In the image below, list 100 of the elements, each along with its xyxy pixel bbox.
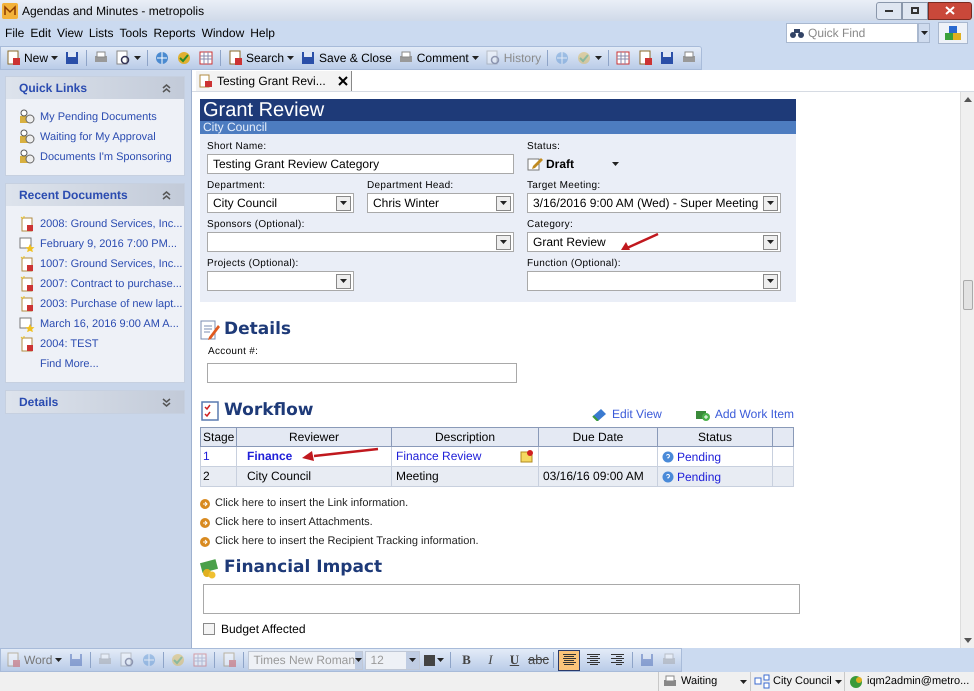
caret-icon[interactable] xyxy=(740,680,747,684)
collapse-icon[interactable] xyxy=(162,190,171,200)
menu-item[interactable]: Reports xyxy=(150,24,199,42)
dropdown-field[interactable]: Chris Winter xyxy=(367,193,514,213)
toolbar-button[interactable]: New xyxy=(3,48,60,68)
scroll-down-icon[interactable] xyxy=(964,638,972,643)
sidebar-link[interactable]: Waiting for My Approval xyxy=(40,128,156,146)
dropdown-field[interactable] xyxy=(527,271,781,291)
minimize-button[interactable] xyxy=(876,2,902,20)
caret-icon[interactable] xyxy=(51,56,58,60)
sidebar-link[interactable]: My Pending Documents xyxy=(40,108,157,126)
menu-item[interactable]: Window xyxy=(198,24,248,42)
sidebar-link[interactable]: Documents I'm Sponsoring xyxy=(40,148,172,166)
panel-header[interactable]: Details xyxy=(6,391,184,413)
format-button[interactable]: I xyxy=(479,650,502,670)
scrollbar[interactable] xyxy=(960,92,974,648)
dropdown-caret-icon[interactable] xyxy=(409,658,416,662)
document-tab[interactable]: Testing Grant Revi... xyxy=(196,71,352,91)
dropdown-field[interactable] xyxy=(207,271,354,291)
align-button[interactable] xyxy=(558,650,580,670)
dropdown-caret-icon[interactable] xyxy=(500,201,507,205)
dropdown-caret-icon[interactable] xyxy=(340,201,347,205)
document-icon[interactable] xyxy=(5,50,21,66)
dropdown-caret-icon[interactable] xyxy=(767,240,774,244)
table-row[interactable]: 1 Finance Finance Review Pending xyxy=(200,446,794,466)
status-dropdown[interactable]: Waiting xyxy=(658,672,750,691)
scrollbar-thumb[interactable] xyxy=(962,280,972,310)
insert-link[interactable]: Click here to insert Attachments. xyxy=(200,514,373,531)
dropdown-field[interactable]: City Council xyxy=(207,193,354,213)
quick-find-field[interactable]: Quick Find xyxy=(786,23,918,43)
close-button[interactable] xyxy=(928,2,972,20)
format-button[interactable]: U xyxy=(503,650,526,670)
sidebar-link[interactable]: March 16, 2016 9:00 AM A... xyxy=(40,316,179,332)
status-dropdown[interactable]: Draft xyxy=(527,154,619,174)
dropdown-button[interactable] xyxy=(918,23,930,43)
arrow-circle-icon xyxy=(200,498,210,508)
dropdown-caret-icon[interactable] xyxy=(920,31,928,35)
panel-title: Quick Links xyxy=(19,80,88,97)
menu-item[interactable]: File xyxy=(2,24,28,42)
column-header[interactable]: Reviewer xyxy=(236,428,392,446)
table-row[interactable]: 2 City Council Meeting 03/16/16 09:00 AM Pending xyxy=(200,466,794,486)
cubes-button[interactable] xyxy=(938,22,968,44)
checkbox[interactable] xyxy=(203,623,215,635)
caret-icon[interactable] xyxy=(834,680,842,684)
caret-icon[interactable] xyxy=(437,658,444,662)
dropdown-caret-icon[interactable] xyxy=(355,658,362,662)
sidebar-link[interactable]: 1007: Ground Services, Inc... xyxy=(40,256,182,272)
field-label: Projects (Optional): xyxy=(207,257,300,271)
note-icon[interactable] xyxy=(520,449,534,463)
sidebar-link[interactable]: 2003: Purchase of new lapt... xyxy=(40,296,182,312)
action-link[interactable]: Add Work Item xyxy=(694,405,794,423)
collapse-icon[interactable] xyxy=(162,84,171,92)
caret-icon[interactable] xyxy=(612,162,619,166)
input-field[interactable]: Testing Grant Review Category xyxy=(207,154,514,174)
column-header[interactable]: Stage xyxy=(200,428,236,446)
table-cell: City Council xyxy=(247,469,312,483)
insert-link[interactable]: Click here to insert the Link information. xyxy=(200,495,408,512)
menu-item[interactable]: Help xyxy=(247,24,278,42)
caret-icon[interactable] xyxy=(55,658,62,662)
toolbar-button[interactable]: Save & Close xyxy=(298,48,394,68)
dropdown-field[interactable]: Grant Review xyxy=(527,232,781,252)
expand-icon[interactable] xyxy=(162,398,171,406)
insert-link[interactable]: Click here to insert the Recipient Tracking information. xyxy=(200,533,479,550)
status-dropdown[interactable]: City Council xyxy=(750,672,844,691)
sidebar-link[interactable]: 2004: TEST xyxy=(40,336,98,352)
scroll-up-icon[interactable] xyxy=(964,97,972,102)
document-icon[interactable] xyxy=(227,50,244,66)
dropdown-field[interactable] xyxy=(207,232,514,252)
input-field[interactable] xyxy=(207,363,517,383)
column-header[interactable]: Due Date xyxy=(538,428,658,446)
menu-item[interactable]: View xyxy=(54,24,86,42)
status-dropdown[interactable]: iqm2admin@metro... xyxy=(844,672,972,691)
dropdown-caret-icon[interactable] xyxy=(767,279,774,283)
magnifier-icon[interactable] xyxy=(115,50,132,66)
sidebar-link[interactable]: 2007: Contract to purchase... xyxy=(40,276,182,292)
sidebar-link[interactable]: 2008: Ground Services, Inc... xyxy=(40,216,182,232)
panel-header[interactable]: Recent Documents xyxy=(6,184,184,206)
toolbar-button[interactable]: Search xyxy=(225,48,296,68)
menu-item[interactable]: Edit xyxy=(27,24,54,42)
toolbar-button[interactable]: Comment xyxy=(396,48,481,68)
panel-header[interactable]: Quick Links xyxy=(6,77,184,99)
column-header[interactable]: Status xyxy=(658,428,772,446)
input-field[interactable] xyxy=(203,584,800,614)
close-icon[interactable] xyxy=(338,76,348,86)
action-link[interactable]: Edit View xyxy=(591,405,662,423)
caret-icon[interactable] xyxy=(472,56,479,60)
dropdown-caret-icon[interactable] xyxy=(340,279,347,283)
menu-item[interactable]: Tools xyxy=(116,24,151,42)
sidebar-link[interactable]: February 9, 2016 7:00 PM... xyxy=(40,236,177,252)
format-button[interactable]: B xyxy=(455,650,478,670)
dropdown-caret-icon[interactable] xyxy=(767,201,774,205)
caret-icon[interactable] xyxy=(134,56,142,60)
dropdown-field[interactable]: 3/16/2016 9:00 AM (Wed) - Super Meeting xyxy=(527,193,781,213)
restore-button[interactable] xyxy=(902,2,928,20)
format-button[interactable]: abc xyxy=(527,650,550,670)
dropdown-caret-icon[interactable] xyxy=(500,240,507,244)
menu-item[interactable]: Lists xyxy=(86,24,117,42)
caret-icon[interactable] xyxy=(287,56,294,60)
column-header[interactable]: Description xyxy=(392,428,538,446)
sidebar-link[interactable]: Find More... xyxy=(40,356,99,372)
